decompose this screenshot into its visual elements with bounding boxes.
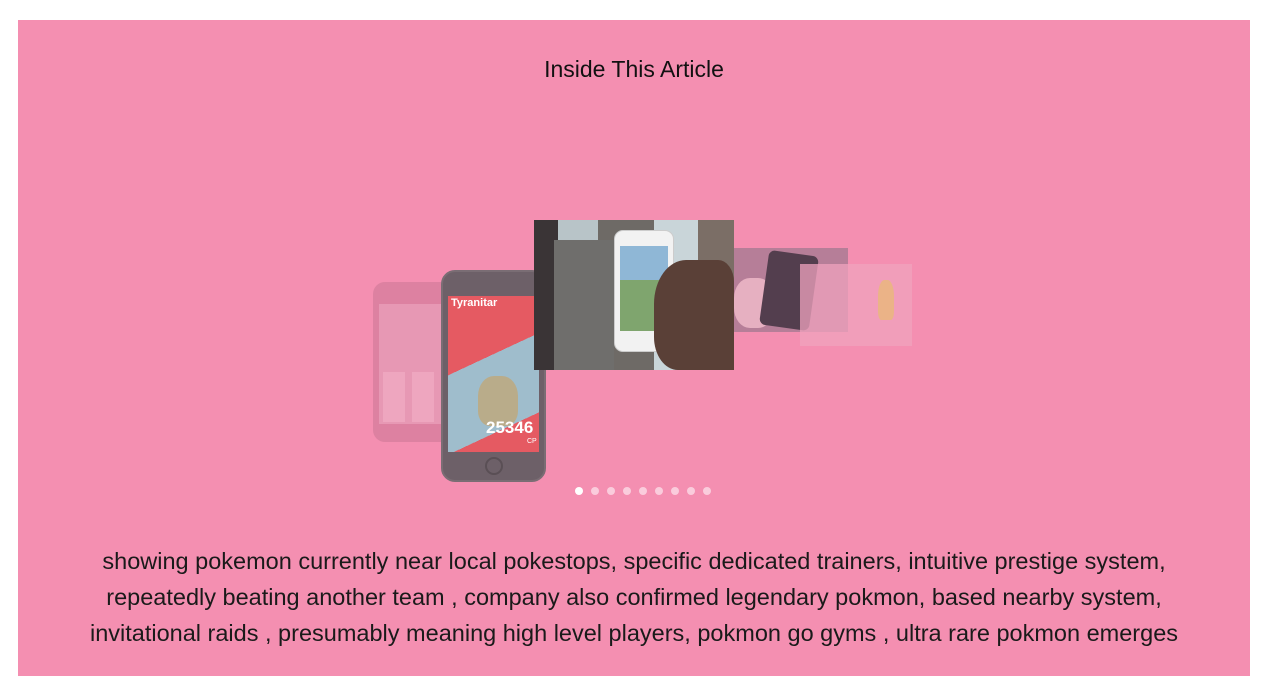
- carousel-slide-5[interactable]: [800, 264, 912, 346]
- carousel-dot-3[interactable]: [606, 487, 615, 495]
- carousel-dot-5[interactable]: [638, 487, 647, 495]
- carousel-dot-2[interactable]: [590, 487, 599, 495]
- carousel-slide-3-active[interactable]: [534, 220, 734, 370]
- carousel-dot-1[interactable]: [574, 487, 583, 495]
- carousel-dot-6[interactable]: [654, 487, 663, 495]
- article-summary: showing pokemon currently near local pok…: [89, 548, 1179, 646]
- carousel-dot-7[interactable]: [670, 487, 679, 495]
- carousel-dot-9[interactable]: [702, 487, 711, 495]
- image-carousel[interactable]: Tyranitar 25346 CP: [18, 20, 1250, 520]
- cp-unit: CP: [527, 438, 537, 445]
- phone-home-button: [485, 457, 503, 475]
- carousel-slide-2[interactable]: Tyranitar 25346 CP: [441, 270, 546, 482]
- article-panel: Inside This Article Tyranitar 25346 CP s…: [18, 20, 1250, 676]
- carousel-dot-4[interactable]: [622, 487, 631, 495]
- pokemon-cp: 25346: [486, 418, 534, 437]
- carousel-pagination: [18, 487, 1250, 495]
- pokemon-name: Tyranitar: [451, 297, 498, 309]
- carousel-dot-8[interactable]: [686, 487, 695, 495]
